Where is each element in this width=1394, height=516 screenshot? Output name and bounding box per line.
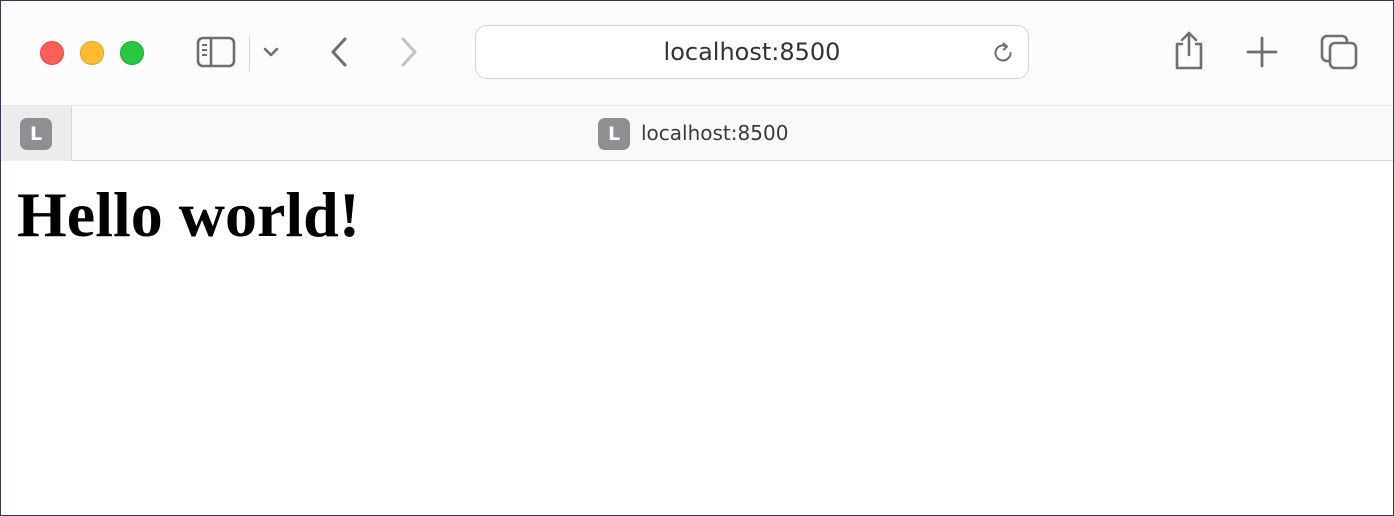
browser-window: localhost:8500 L L localhost:8500 Hello …	[0, 0, 1394, 516]
chevron-down-icon[interactable]	[261, 43, 281, 61]
active-tab-favicon: L	[598, 118, 630, 150]
tab-favicon: L	[20, 118, 52, 150]
zoom-window-button[interactable]	[120, 41, 144, 65]
address-bar[interactable]: localhost:8500	[475, 25, 1029, 79]
tabs-overview-icon[interactable]	[1319, 33, 1359, 71]
tab-pinned[interactable]: L	[1, 106, 72, 161]
forward-button[interactable]	[395, 35, 423, 69]
reload-icon[interactable]	[990, 40, 1016, 66]
browser-toolbar: localhost:8500	[1, 1, 1393, 105]
active-tab-title[interactable]: localhost:8500	[641, 106, 788, 161]
page-content: Hello world!	[1, 161, 1393, 515]
back-button[interactable]	[325, 35, 353, 69]
sidebar-icon[interactable]	[196, 36, 236, 68]
tab-bar: L L localhost:8500	[1, 105, 1393, 161]
minimize-window-button[interactable]	[80, 41, 104, 65]
address-bar-url[interactable]: localhost:8500	[476, 26, 1028, 78]
plus-icon[interactable]	[1245, 35, 1279, 69]
page-heading: Hello world!	[17, 179, 361, 250]
toolbar-divider	[249, 35, 250, 71]
share-icon[interactable]	[1171, 29, 1207, 71]
close-window-button[interactable]	[40, 41, 64, 65]
